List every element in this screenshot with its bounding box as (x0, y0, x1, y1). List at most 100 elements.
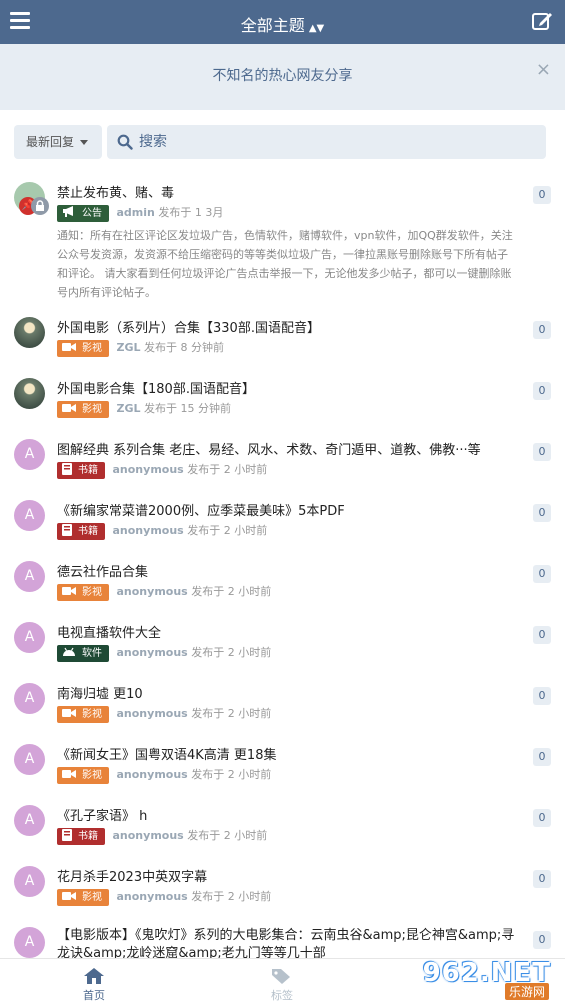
search-input[interactable] (139, 125, 534, 159)
post-title[interactable]: 《新编家常菜谱2000例、应季菜最美味》5本PDF (57, 500, 522, 519)
tag-label: 影视 (82, 708, 102, 720)
sort-label: 最新回复 (26, 135, 75, 149)
tag-video[interactable]: 影视 (57, 705, 109, 723)
search-box[interactable] (107, 125, 546, 159)
tag-video[interactable]: 影视 (57, 583, 109, 601)
post-author[interactable]: anonymous (117, 646, 188, 659)
avatar[interactable]: A (14, 622, 45, 653)
tag-book[interactable]: 书籍 (57, 522, 105, 540)
hero-banner: 不知名的热心网友分享 × (0, 44, 565, 110)
post-time: 发布于 2 小时前 (191, 585, 272, 598)
video-camera-icon (62, 891, 76, 900)
tag-label: 影视 (82, 891, 102, 903)
post-meta: 影视 anonymous 发布于 2 小时前 (57, 888, 271, 906)
post-excerpt: 通知：所有在社区评论区发垃圾广告，色情软件，赌博软件，vpn软件，加QQ群发软件… (57, 229, 513, 299)
post-time: 发布于 2 小时前 (191, 890, 272, 903)
list-controls: 最新回复 (14, 125, 546, 159)
post-time: 发布于 2 小时前 (187, 829, 268, 842)
post-time: 发布于 2 小时前 (187, 463, 268, 476)
avatar[interactable]: A (14, 866, 45, 897)
avatar[interactable]: A (14, 744, 45, 775)
watermark-line2: 乐游网 (504, 983, 549, 1000)
close-icon[interactable]: × (536, 59, 551, 80)
reply-count-badge: 0 (533, 382, 551, 400)
post-author[interactable]: ZGL (117, 402, 141, 415)
post-meta: 公告 admin 发布于 1 3月 (57, 204, 223, 222)
book-icon (62, 523, 72, 536)
avatar[interactable]: A (14, 683, 45, 714)
post-title[interactable]: 图解经典 系列合集 老庄、易经、风水、术数、奇门遁甲、道教、佛教···等 (57, 439, 522, 458)
tag-book[interactable]: 书籍 (57, 461, 105, 479)
avatar[interactable] (14, 317, 45, 348)
post-time: 发布于 2 小时前 (191, 707, 272, 720)
post-title[interactable]: 外国电影合集【180部.国语配音】 (57, 378, 522, 397)
post-title[interactable]: 电视直播软件大全 (57, 622, 522, 641)
post-title[interactable]: 《新闻女王》国粤双语4K高清 更18集 (57, 744, 522, 763)
compose-icon[interactable] (531, 10, 553, 32)
post-title[interactable]: 禁止发布黄、赌、毒 (57, 182, 522, 201)
site-watermark: 962.NET 乐游网 (421, 958, 559, 1000)
post-meta: 影视 ZGL 发布于 8 分钟前 (57, 339, 224, 357)
sort-dropdown[interactable]: 最新回复 (14, 125, 102, 159)
tag-video[interactable]: 影视 (57, 400, 109, 418)
page-title[interactable]: 全部主题 ▲▼ (0, 12, 565, 36)
book-icon (62, 462, 72, 475)
reply-count-badge: 0 (533, 321, 551, 339)
post-author[interactable]: anonymous (117, 707, 188, 720)
nav-home[interactable]: 首页 (34, 959, 154, 1004)
post-title[interactable]: 德云社作品合集 (57, 561, 522, 580)
reply-count-badge: 0 (533, 931, 551, 949)
video-camera-icon (62, 708, 76, 717)
avatar[interactable]: A (14, 500, 45, 531)
avatar[interactable]: A (14, 927, 45, 958)
post-author[interactable]: anonymous (113, 463, 184, 476)
post-author[interactable]: admin (117, 206, 155, 219)
top-bar: 全部主题 ▲▼ (0, 0, 565, 44)
post-time: 发布于 2 小时前 (191, 768, 272, 781)
tag-label: 影视 (82, 403, 102, 415)
tag-book[interactable]: 书籍 (57, 827, 105, 845)
post-author[interactable]: anonymous (113, 524, 184, 537)
avatar[interactable]: A (14, 439, 45, 470)
post-author[interactable]: anonymous (117, 768, 188, 781)
chevron-down-icon (80, 140, 89, 145)
post-title[interactable]: 《孔子家语》 h (57, 805, 522, 824)
tag-video[interactable]: 影视 (57, 766, 109, 784)
tag-label: 影视 (82, 769, 102, 781)
post-meta: 软件 anonymous 发布于 2 小时前 (57, 644, 271, 662)
video-camera-icon (62, 342, 76, 351)
post-title[interactable]: 南海归墟 更10 (57, 683, 522, 702)
post-time: 发布于 15 分钟前 (144, 402, 232, 415)
megaphone-icon (63, 206, 73, 217)
post-author[interactable]: ZGL (117, 341, 141, 354)
nav-home-label: 首页 (83, 989, 105, 1002)
post-title[interactable]: 外国电影（系列片）合集【330部.国语配音】 (57, 317, 522, 336)
avatar[interactable]: A (14, 805, 45, 836)
tag-video[interactable]: 影视 (57, 888, 109, 906)
tag-label: 影视 (82, 342, 102, 354)
post-meta: 影视 anonymous 发布于 2 小时前 (57, 766, 271, 784)
post-author[interactable]: anonymous (117, 890, 188, 903)
post-meta: 影视 ZGL 发布于 15 分钟前 (57, 400, 231, 418)
nav-tags[interactable]: 标签 (222, 959, 342, 1004)
post-title[interactable]: 花月杀手2023中英双字幕 (57, 866, 522, 885)
avatar[interactable] (14, 378, 45, 409)
avatar[interactable]: A (14, 561, 45, 592)
post-meta: 影视 anonymous 发布于 2 小时前 (57, 583, 271, 601)
tag-label: 书籍 (78, 525, 98, 537)
post-author[interactable]: anonymous (117, 585, 188, 598)
tag-label: 影视 (82, 586, 102, 598)
tag-software[interactable]: 软件 (57, 644, 109, 662)
reply-count-badge: 0 (533, 443, 551, 461)
reply-count-badge: 0 (533, 809, 551, 827)
post-meta: 影视 anonymous 发布于 2 小时前 (57, 705, 271, 723)
tag-video[interactable]: 影视 (57, 339, 109, 357)
tag-announcement[interactable]: 公告 (57, 204, 109, 222)
tag-label: 书籍 (78, 464, 98, 476)
post-time: 发布于 2 小时前 (191, 646, 272, 659)
post-author[interactable]: anonymous (113, 829, 184, 842)
video-camera-icon (62, 403, 76, 412)
nav-tags-label: 标签 (271, 989, 293, 1002)
search-icon (117, 134, 133, 150)
tag-label: 软件 (82, 647, 102, 659)
